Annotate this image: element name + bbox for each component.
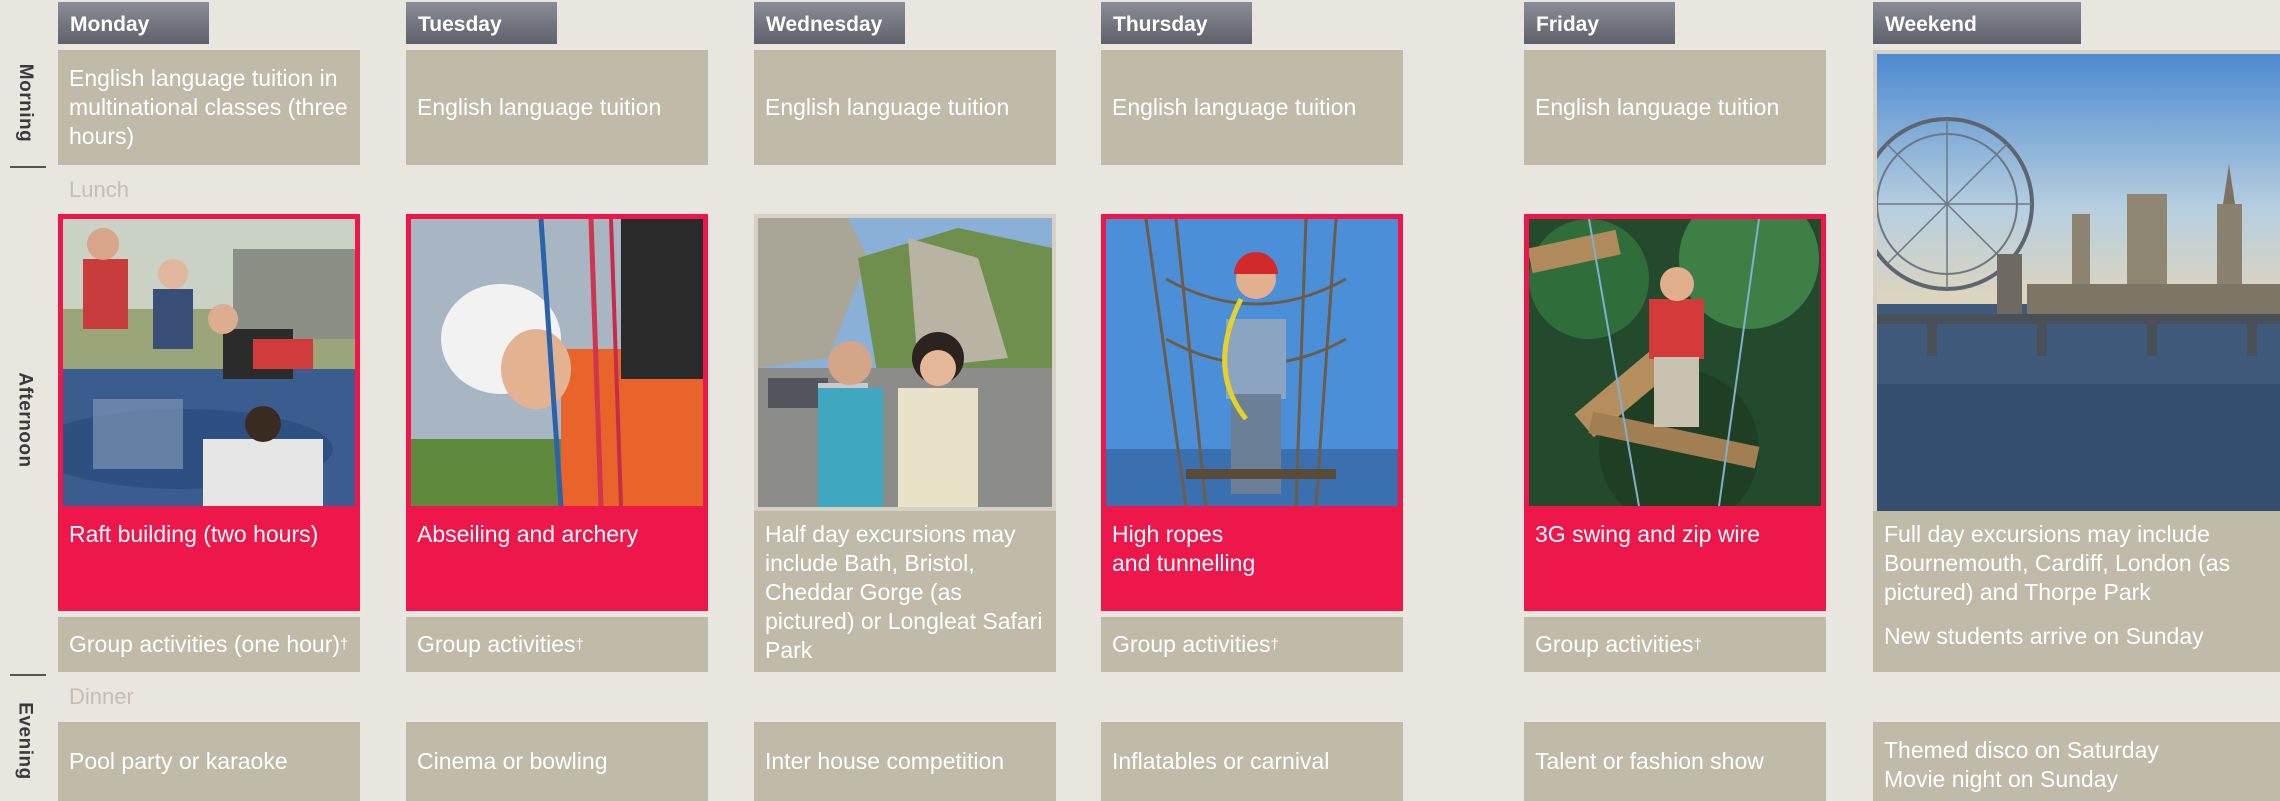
friday-afternoon: 3G swing and zip wire	[1524, 511, 1826, 611]
friday-evening: Talent or fashion show	[1524, 722, 1826, 801]
thursday-afternoon: High ropes and tunnelling	[1101, 511, 1403, 611]
evening-label: Evening	[15, 701, 36, 780]
tuesday-evening: Cinema or bowling	[406, 722, 708, 801]
section-divider	[10, 674, 46, 676]
day-tab-wednesday: Wednesday	[754, 2, 905, 44]
weekend-evening: Themed disco on Saturday Movie night on …	[1873, 722, 2280, 801]
tuesday-morning: English language tuition	[406, 50, 708, 165]
abseiling-photo	[406, 214, 708, 511]
thursday-evening: Inflatables or carnival	[1101, 722, 1403, 801]
friday-morning: English language tuition	[1524, 50, 1826, 165]
wednesday-morning: English language tuition	[754, 50, 1056, 165]
zip-wire-photo	[1524, 214, 1826, 511]
new-students-note: New students arrive on Sunday	[1884, 623, 2204, 649]
dinner-label: Dinner	[69, 684, 134, 709]
weekend-excursions: Full day excursions may include Bournemo…	[1884, 521, 2231, 605]
weekend-evening-sunday: Movie night on Sunday	[1884, 766, 2118, 792]
monday-afternoon: Raft building (two hours)	[58, 511, 360, 611]
wednesday-afternoon: Half day excursions may include Bath, Br…	[754, 511, 1056, 672]
weekend-afternoon: Full day excursions may include Bournemo…	[1873, 511, 2280, 672]
tuesday-group-activities: Group activities †	[406, 617, 708, 672]
friday-group-activities: Group activities †	[1524, 617, 1826, 672]
day-tab-weekend: Weekend	[1873, 2, 2081, 44]
monday-morning: English language tuition in multinationa…	[58, 50, 360, 165]
day-tab-monday: Monday	[58, 2, 209, 44]
cheddar-gorge-photo	[754, 214, 1056, 511]
day-tab-thursday: Thursday	[1101, 2, 1252, 44]
morning-label: Morning	[15, 63, 36, 143]
day-tab-friday: Friday	[1524, 2, 1675, 44]
thursday-morning: English language tuition	[1101, 50, 1403, 165]
tuesday-afternoon: Abseiling and archery	[406, 511, 708, 611]
section-divider	[10, 166, 46, 168]
raft-building-photo	[58, 214, 360, 511]
day-tab-tuesday: Tuesday	[406, 2, 557, 44]
thursday-group-activities: Group activities †	[1101, 617, 1403, 672]
weekend-evening-saturday: Themed disco on Saturday	[1884, 737, 2159, 763]
monday-evening: Pool party or karaoke	[58, 722, 360, 801]
high-ropes-photo	[1101, 214, 1403, 511]
monday-group-activities: Group activities (one hour) †	[58, 617, 360, 672]
lunch-label: Lunch	[69, 177, 129, 202]
wednesday-evening: Inter house competition	[754, 722, 1056, 801]
afternoon-label: Afternoon	[15, 372, 37, 468]
london-eye-photo	[1873, 50, 2280, 511]
